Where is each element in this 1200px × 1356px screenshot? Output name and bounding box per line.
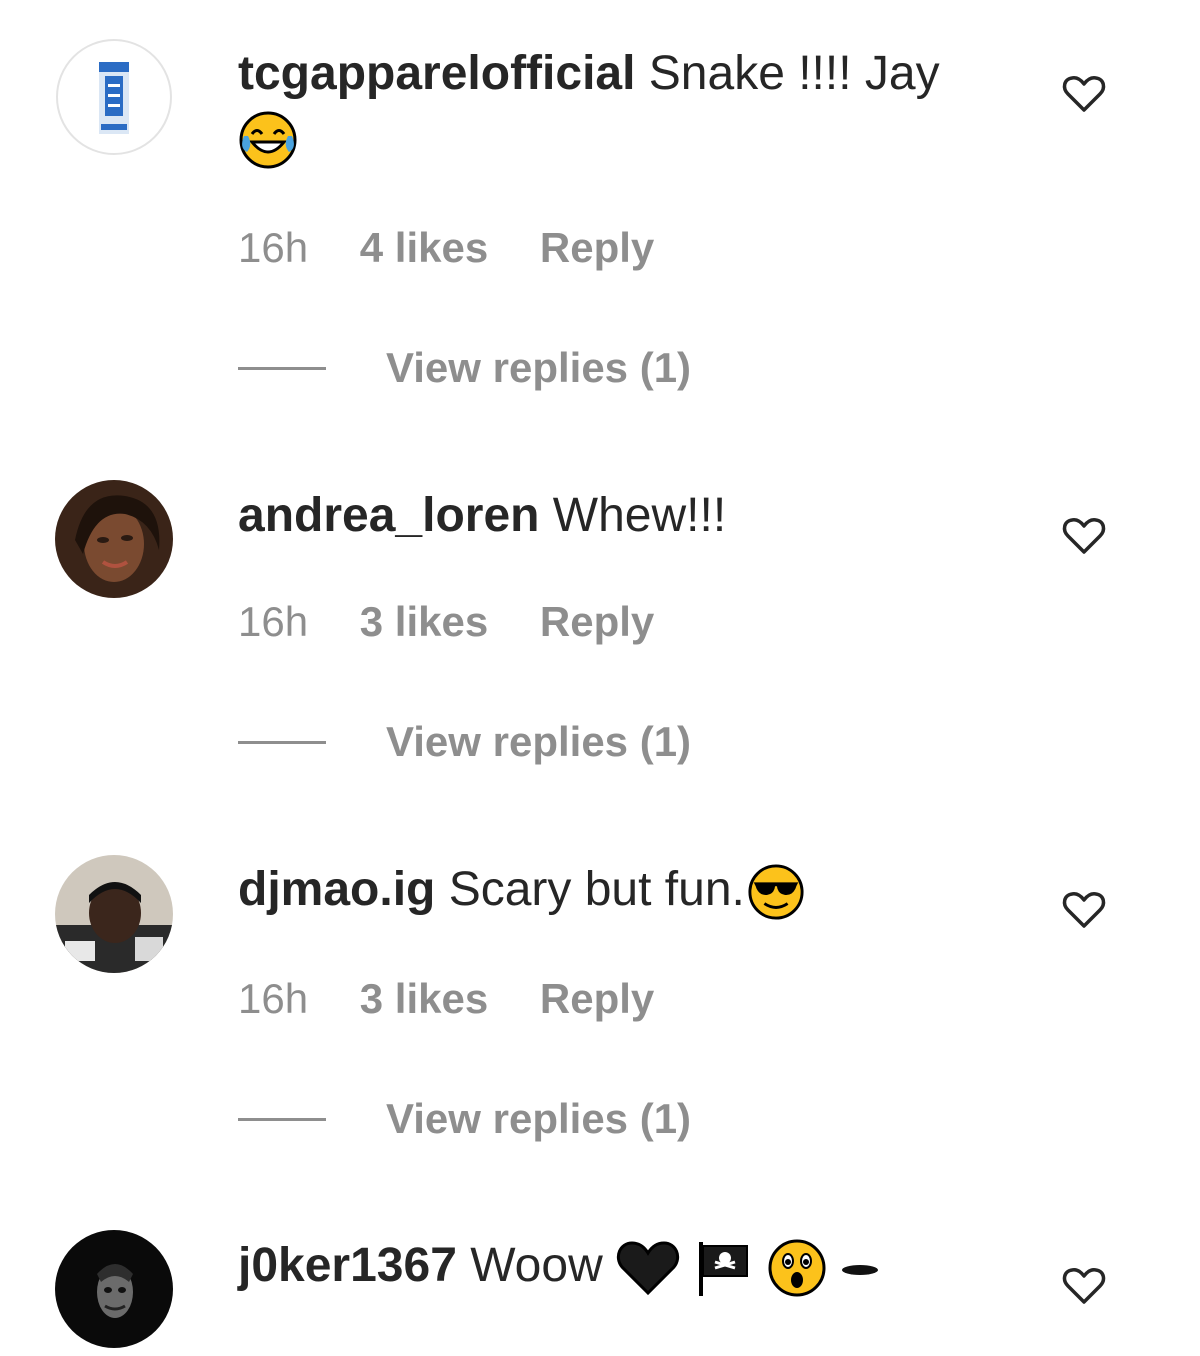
avatar[interactable] [55,38,173,156]
comment-meta: 16h 4 likes Reply [238,224,694,272]
avatar[interactable] [55,855,173,973]
comment-meta: 16h 3 likes Reply [238,975,694,1023]
comment-text: j0ker1367 Woow [238,1234,978,1298]
view-replies-label: View replies (1) [386,1095,692,1142]
comment-username[interactable]: j0ker1367 [238,1239,457,1292]
comment-username[interactable]: andrea_loren [238,489,539,542]
avatar[interactable] [55,480,173,598]
divider [238,1117,326,1121]
like-button[interactable] [1060,1262,1108,1310]
tears-of-joy-emoji [238,110,298,170]
comment-body: Woow [470,1239,603,1292]
like-button[interactable] [1060,512,1108,560]
view-replies-label: View replies (1) [386,718,692,765]
comment-time[interactable]: 16h [238,598,308,645]
view-replies-label: View replies (1) [386,344,692,391]
astonished-emoji [767,1238,827,1298]
reply-button[interactable]: Reply [540,598,654,645]
heart-outline-icon [1062,518,1106,554]
heart-outline-icon [1062,76,1106,112]
comment-meta: 16h 3 likes Reply [238,598,694,646]
divider [238,740,326,744]
comment-text: djmao.ig Scary but fun. [238,858,978,922]
comment-body: Snake !!!! Jay [648,47,940,100]
reply-button[interactable]: Reply [540,224,654,271]
comment-time[interactable]: 16h [238,975,308,1022]
heart-outline-icon [1062,1268,1106,1304]
sunglasses-emoji [747,863,805,921]
avatar[interactable] [55,1230,173,1348]
comment-likes[interactable]: 3 likes [360,975,488,1022]
like-button[interactable] [1060,70,1108,118]
divider [238,366,326,370]
comment-likes[interactable]: 3 likes [360,598,488,645]
comment-username[interactable]: tcgapparelofficial [238,47,635,100]
view-replies-button[interactable]: View replies (1) [238,718,691,766]
view-replies-button[interactable]: View replies (1) [238,344,691,392]
comment-text: andrea_loren Whew!!! [238,484,978,548]
pirate-flag-emoji [693,1238,753,1298]
like-button[interactable] [1060,886,1108,934]
comment-text: tcgapparelofficial Snake !!!! Jay [238,42,978,170]
black-heart-emoji [616,1239,680,1297]
heart-outline-icon [1062,892,1106,928]
comment-likes[interactable]: 4 likes [360,224,488,271]
view-replies-button[interactable]: View replies (1) [238,1095,691,1143]
dash-emoji [840,1258,880,1278]
comment-body: Whew!!! [552,489,727,542]
reply-button[interactable]: Reply [540,975,654,1022]
comment-username[interactable]: djmao.ig [238,863,435,916]
comment-time[interactable]: 16h [238,224,308,271]
comment-body: Scary but fun. [448,863,745,916]
